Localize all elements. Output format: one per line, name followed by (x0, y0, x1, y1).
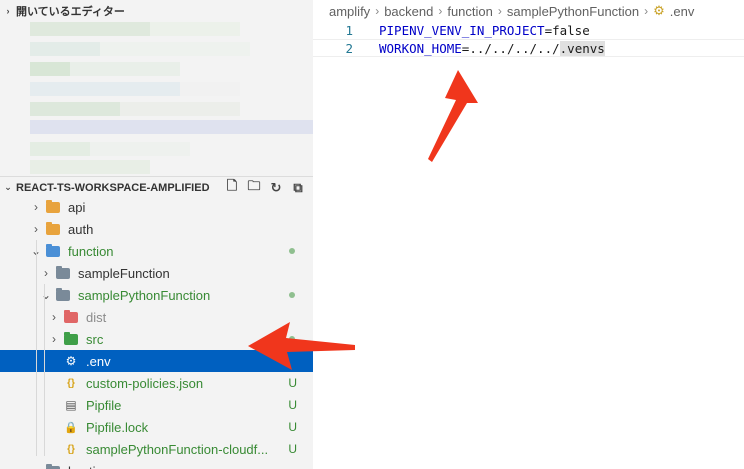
breadcrumb-item[interactable]: amplify (329, 4, 370, 19)
git-modified-dot (289, 336, 295, 342)
tree-item[interactable]: {} custom-policies.json U (0, 372, 313, 394)
breadcrumb-item[interactable]: samplePythonFunction (507, 4, 639, 19)
line-number: 2 (345, 40, 353, 56)
env-value: false (552, 22, 590, 38)
folder-icon (46, 221, 60, 236)
folder-icon (64, 309, 78, 324)
tree-item[interactable]: ⌄function (0, 240, 313, 262)
tree-item-label: Pipfile (86, 397, 122, 413)
folder-icon (56, 287, 70, 302)
settings-file-icon: ⚙ (65, 354, 77, 368)
breadcrumb-item[interactable]: function (447, 4, 493, 19)
chevron-right-icon: › (34, 200, 38, 214)
chevron-down-icon: ⌄ (4, 182, 12, 192)
indent-guide (36, 240, 37, 456)
tree-item-label: samplePythonFunction (78, 287, 211, 303)
tree-item-label: hosting (68, 464, 110, 469)
tree-item[interactable]: › auth (0, 218, 313, 240)
collapse-all-icon[interactable]: ⧉ (289, 179, 307, 197)
chevron-right-icon: › (52, 332, 56, 346)
tree-item[interactable]: 🔒 Pipfile.lock U (0, 416, 313, 438)
tree-item-label: auth (68, 221, 94, 237)
editor-pane: amplify › backend › function › samplePythonFun… (313, 0, 744, 469)
git-status-badge: U (288, 420, 297, 434)
tree-item-label: Pipfile.lock (86, 419, 149, 435)
breadcrumb-item[interactable]: .env (670, 4, 695, 19)
folder-icon (46, 463, 60, 469)
breadcrumb: amplify › backend › function › samplePythonFun… (329, 3, 694, 19)
folder-icon (46, 199, 60, 214)
tree-item[interactable]: › src (0, 328, 313, 350)
chevron-right-icon: › (438, 4, 443, 18)
tree-item-label: src (86, 331, 104, 347)
git-modified-dot (289, 248, 295, 254)
chevron-down-icon: ⌄ (40, 288, 52, 302)
indent-guide (44, 284, 45, 456)
new-folder-icon[interactable]: 🗀 (245, 178, 263, 197)
chevron-right-icon: › (375, 4, 380, 18)
workspace-actions: 🗋 🗀 ↻ ⧉ (223, 178, 313, 197)
tree-item-label: custom-policies.json (86, 375, 204, 391)
git-modified-dot (289, 292, 295, 298)
refresh-icon[interactable]: ↻ (267, 179, 285, 197)
git-status-badge: U (288, 442, 297, 456)
tree-item[interactable]: ⚙ .env (0, 350, 313, 372)
env-value: ../../../../ (469, 40, 560, 56)
settings-file-icon: ⚙ (653, 3, 665, 18)
chevron-right-icon: › (52, 310, 56, 324)
tree-item-label: dist (86, 309, 107, 325)
git-status-badge: U (288, 376, 297, 390)
workspace-title: REACT-TS-WORKSPACE-AMPLIFIED (16, 181, 210, 194)
code-line[interactable]: 1 PIPENV_VENV_IN_PROJECT=false (313, 21, 744, 39)
tree-item-label: .env (86, 353, 111, 369)
chevron-right-icon: › (6, 6, 10, 16)
git-status-badge: U (288, 398, 297, 412)
file-icon: ▤ (65, 398, 77, 412)
tree-item-label: sampleFunction (78, 265, 170, 281)
workspace-header[interactable]: ⌄ REACT-TS-WORKSPACE-AMPLIFIED 🗋 🗀 ↻ ⧉ (0, 176, 313, 198)
new-file-icon[interactable]: 🗋 (223, 178, 241, 197)
line-number: 1 (345, 22, 353, 38)
tree-item[interactable]: ▤ Pipfile U (0, 394, 313, 416)
tree-item[interactable]: ⌄ samplePythonFunction (0, 284, 313, 306)
env-equals: = (544, 22, 553, 38)
chevron-right-icon: › (30, 464, 42, 469)
tree-item-label: samplePythonFunction-cloudf... (86, 441, 269, 457)
tree-item[interactable]: › sampleFunction (0, 262, 313, 284)
tree-item[interactable]: › hosting (0, 460, 313, 469)
blurred-open-editors-list (30, 20, 313, 175)
code-line[interactable]: 2 WORKON_HOME=../../../../.venvs (313, 39, 744, 57)
env-value-highlight: .venvs (559, 40, 605, 56)
chevron-right-icon: › (44, 266, 48, 280)
folder-icon (56, 265, 70, 280)
tree-item[interactable]: › dist (0, 306, 313, 328)
chevron-right-icon: › (34, 222, 38, 236)
code-text: PIPENV_VENV_IN_PROJECT=false (379, 23, 590, 38)
breadcrumb-item[interactable]: backend (384, 4, 433, 19)
folder-icon (46, 243, 60, 258)
open-editors-header[interactable]: › 開いているエディター (0, 0, 313, 22)
env-key: WORKON_HOME (379, 40, 462, 56)
chevron-right-icon: › (644, 4, 649, 18)
tree-item[interactable]: {} samplePythonFunction-cloudf... U (0, 438, 313, 460)
tree-item-label: api (68, 199, 86, 215)
folder-icon (64, 331, 78, 346)
explorer-sidebar: › 開いているエディター ⌄ REACT-TS-WORKSPACE-AMPLIF… (0, 0, 313, 469)
json-file-icon: {} (67, 443, 75, 455)
open-editors-title: 開いているエディター (16, 6, 125, 18)
env-key: PIPENV_VENV_IN_PROJECT (379, 22, 545, 38)
lock-icon: 🔒 (64, 421, 78, 434)
json-file-icon: {} (67, 377, 75, 389)
tree-item[interactable]: › api (0, 196, 313, 218)
chevron-right-icon: › (497, 4, 502, 18)
tree-item-label: function (68, 243, 114, 259)
code-text: WORKON_HOME=../../../../.venvs (379, 40, 605, 56)
